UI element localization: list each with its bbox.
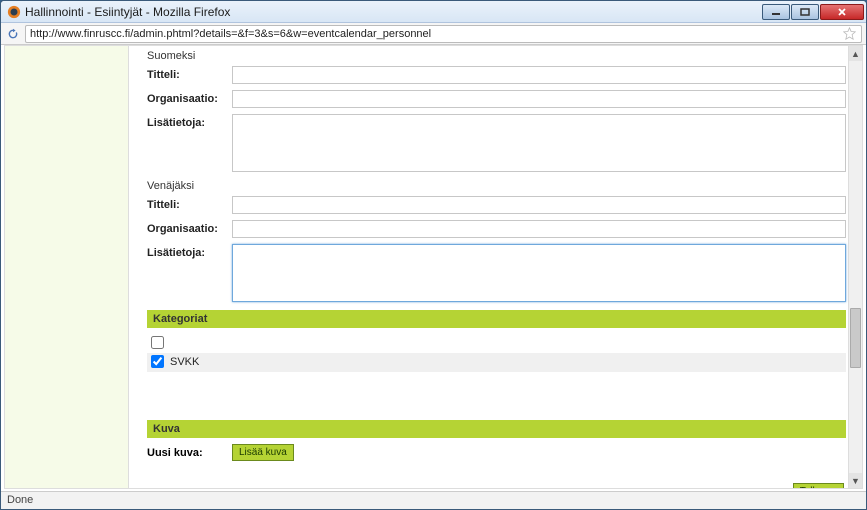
scroll-down-icon[interactable]: ▼ xyxy=(849,473,862,488)
url-field[interactable]: http://www.finruscc.fi/admin.phtml?detai… xyxy=(25,25,862,43)
textarea-ru-info[interactable] xyxy=(232,244,846,302)
favorite-icon[interactable] xyxy=(843,27,857,41)
image-header: Kuva xyxy=(147,420,846,438)
new-image-label: Uusi kuva: xyxy=(147,447,232,459)
scroll-track[interactable] xyxy=(849,61,862,473)
page-content: Suomeksi Titteli: Organisaatio: Lisätiet… xyxy=(4,45,863,489)
label-ru-org: Organisaatio: xyxy=(147,220,232,238)
group-label-fi: Suomeksi xyxy=(147,48,846,66)
minimize-button[interactable] xyxy=(762,4,790,20)
category-row: SVKK xyxy=(147,353,846,372)
input-ru-title[interactable] xyxy=(232,196,846,214)
browser-window: Hallinnointi - Esiintyjät - Mozilla Fire… xyxy=(0,0,867,510)
save-button[interactable]: Tallenna xyxy=(793,483,844,488)
status-text: Done xyxy=(7,494,33,506)
main-form: Suomeksi Titteli: Organisaatio: Lisätiet… xyxy=(129,46,862,488)
status-bar: Done xyxy=(1,491,866,509)
close-button[interactable] xyxy=(820,4,864,20)
input-ru-org[interactable] xyxy=(232,220,846,238)
scrollbar[interactable]: ▲ ▼ xyxy=(848,45,863,489)
categories-header: Kategoriat xyxy=(147,310,846,328)
maximize-button[interactable] xyxy=(791,4,819,20)
group-label-ru: Venäjäksi xyxy=(147,178,846,196)
category-row xyxy=(147,334,846,353)
label-ru-title: Titteli: xyxy=(147,196,232,214)
input-fi-title[interactable] xyxy=(232,66,846,84)
url-text: http://www.finruscc.fi/admin.phtml?detai… xyxy=(30,28,839,40)
label-ru-info: Lisätietoja: xyxy=(147,244,232,302)
scroll-up-icon[interactable]: ▲ xyxy=(849,46,862,61)
firefox-icon xyxy=(7,5,21,19)
address-bar: http://www.finruscc.fi/admin.phtml?detai… xyxy=(1,23,866,45)
category-checkbox-0[interactable] xyxy=(151,336,164,349)
category-label-1: SVKK xyxy=(170,356,199,368)
titlebar: Hallinnointi - Esiintyjät - Mozilla Fire… xyxy=(1,1,866,23)
label-fi-org: Organisaatio: xyxy=(147,90,232,108)
label-fi-info: Lisätietoja: xyxy=(147,114,232,172)
add-image-button[interactable]: Lisää kuva xyxy=(232,444,294,461)
reload-icon[interactable] xyxy=(5,26,21,42)
category-checkbox-1[interactable] xyxy=(151,355,164,368)
window-title: Hallinnointi - Esiintyjät - Mozilla Fire… xyxy=(25,5,761,19)
input-fi-org[interactable] xyxy=(232,90,846,108)
scroll-thumb[interactable] xyxy=(850,308,861,368)
label-fi-title: Titteli: xyxy=(147,66,232,84)
sidebar xyxy=(5,46,129,488)
textarea-fi-info[interactable] xyxy=(232,114,846,172)
